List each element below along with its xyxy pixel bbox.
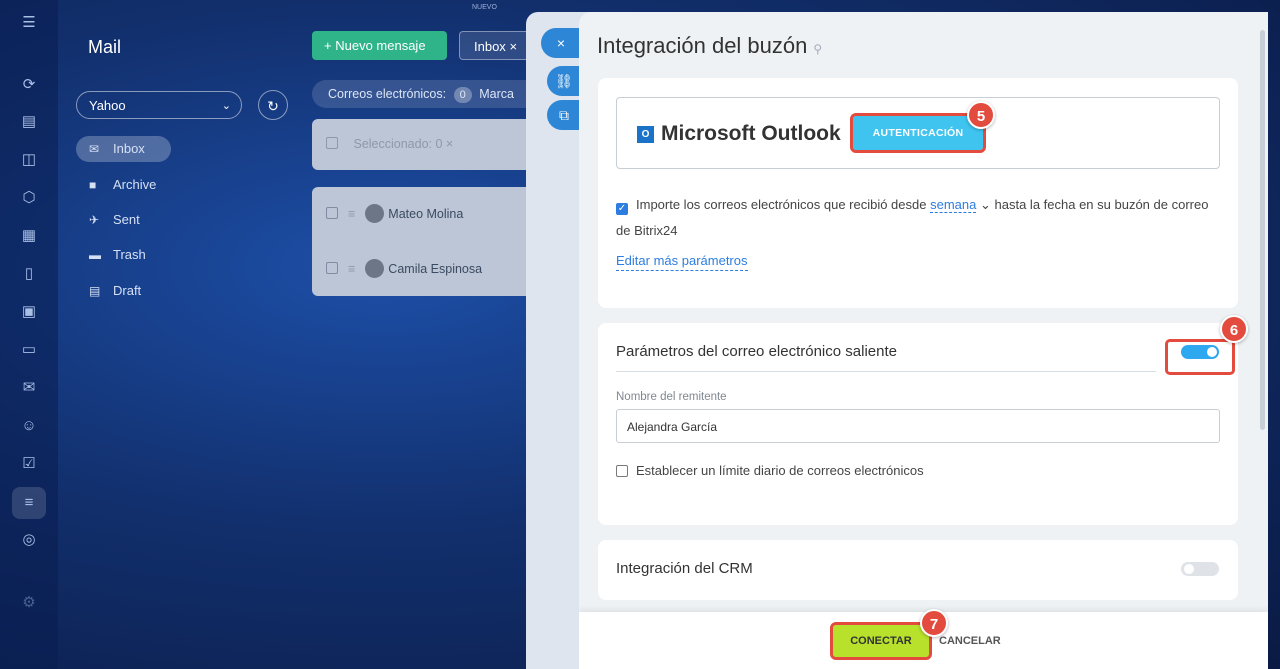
inbox-icon: ✉ [89,142,100,156]
sender-name: Mateo Molina [388,207,464,221]
plus-icon: + [324,38,336,53]
connect-button[interactable]: CONECTAR [830,622,932,660]
crm-toggle[interactable] [1181,562,1219,576]
documents-icon[interactable]: ▯ [20,265,38,283]
close-slider-icon[interactable]: × [541,28,581,58]
edit-more-params-link[interactable]: Editar más parámetros [616,252,748,271]
folder-label: Trash [113,247,146,262]
slider-title-text: Integración del buzón [597,33,808,58]
selection-bar: Seleccionado: 0 × [312,119,552,170]
left-nav-rail: ☰ ⟳ ▤ ◫ ⬡ ▦ ▯ ▣ ▭ ✉ ☺ ☑ ≡ ◎ ⚙ [0,0,58,669]
divider [616,371,1156,372]
account-select[interactable]: Yahoo ⌄ [76,91,242,119]
chevron-down-icon: ⌄ [221,100,231,112]
import-option: ✓ Importe los correos electrónicos que re… [616,192,1216,244]
mail-icon[interactable]: ✉ [20,379,38,397]
folder-inbox[interactable]: ✉ Inbox [76,136,171,162]
connection-card: O Microsoft Outlook AUTENTICACIÓN 5 ✓ Imp… [598,78,1238,308]
row-checkbox[interactable] [326,262,338,274]
sender-name-input[interactable]: Alejandra García [616,409,1220,443]
folder-trash[interactable]: ▬ Trash [76,242,146,268]
avatar [365,204,385,223]
select-all-checkbox[interactable] [326,137,338,149]
sent-icon: ✈ [89,213,100,227]
outlook-logo-icon: O [637,126,654,143]
new-tag: NUEVO [472,4,497,11]
card-icon[interactable]: ▭ [20,341,38,359]
folder-archive[interactable]: ■ Archive [76,172,156,198]
activity-icon[interactable]: ⟳ [20,76,38,94]
provider-box: O Microsoft Outlook AUTENTICACIÓN 5 [616,97,1220,169]
robot-icon[interactable]: ◎ [20,531,38,549]
folder-sent[interactable]: ✈ Sent [76,207,140,233]
filter-icon[interactable]: ≡ [12,487,46,519]
counter-marked: Marca [479,87,514,101]
toggle-knob [1207,347,1217,357]
inbox-tab-label: Inbox [474,39,506,54]
calendar-icon[interactable]: ▦ [20,227,38,245]
hexagon-icon[interactable]: ⬡ [20,189,38,207]
drag-handle-icon[interactable]: ≡ [348,262,355,276]
outgoing-title: Parámetros del correo electrónico salien… [616,343,897,360]
folder-label: Draft [113,283,142,298]
menu-icon[interactable]: ☰ [20,14,38,32]
page-title: Integración del buzón ⚲ [597,33,822,59]
outgoing-toggle[interactable] [1181,345,1219,359]
import-prefix: Importe los correos electrónicos que rec… [636,197,927,212]
step-badge-6: 6 [1220,315,1248,343]
settings-icon[interactable]: ⚙ [20,594,38,612]
slider-footer: CONECTAR 7 CANCELAR [579,609,1268,669]
open-new-window-icon[interactable]: ⧉ [547,100,581,130]
drag-handle-icon[interactable]: ≡ [348,207,355,221]
scrollbar[interactable] [1260,30,1265,430]
mailbox-integration-slider: Integración del buzón ⚲ O Microsoft Outlo… [579,12,1268,669]
app-title: Mail [88,37,122,57]
daily-limit-label: Establecer un límite diario de correos e… [636,463,924,478]
list-item[interactable]: ≡ Mateo Molina [326,199,463,229]
authentication-button[interactable]: AUTENTICACIÓN [850,113,986,153]
tasks-icon[interactable]: ▤ [20,113,38,131]
counter-label: Correos electrónicos: [328,87,447,101]
trash-icon: ▬ [89,248,101,262]
cancel-button[interactable]: CANCELAR [939,625,1001,657]
avatar [365,259,385,278]
folder-label: Inbox [113,141,145,156]
outgoing-card: Parámetros del correo electrónico salien… [598,315,1248,525]
pin-icon[interactable]: ⚲ [813,42,822,56]
toggle-knob [1184,564,1194,574]
link-icon[interactable]: ⛓ [547,66,581,96]
presentation-icon[interactable]: ▣ [20,303,38,321]
account-select-value: Yahoo [89,98,126,113]
folder-label: Sent [113,212,140,227]
clear-selection-icon[interactable]: × [446,137,453,151]
new-message-label: Nuevo mensaje [335,38,426,53]
daily-limit-option: Establecer un límite diario de correos e… [616,463,924,478]
refresh-icon[interactable]: ↻ [258,90,288,120]
folder-label: Archive [113,177,157,192]
checklist-icon[interactable]: ☑ [20,455,38,473]
step-badge-5: 5 [967,101,995,129]
sender-name: Camila Espinosa [388,262,483,276]
chevron-down-icon[interactable]: ⌄ [980,197,991,212]
folder-draft[interactable]: ▤ Draft [76,278,141,304]
sender-name-label: Nombre del remitente [616,391,727,403]
close-icon[interactable]: × [509,39,517,54]
folder-icon: ■ [89,178,97,192]
crm-card: Integración del CRM [598,540,1238,600]
list-item[interactable]: ≡ Camila Espinosa [326,254,482,284]
chat-icon[interactable]: ◫ [20,151,38,169]
daily-limit-checkbox[interactable] [616,465,628,477]
draft-icon: ▤ [89,284,101,298]
counter-value: 0 [453,87,472,103]
email-counter: Correos electrónicos: 0 Marca [312,80,552,108]
message-list: ≡ Mateo Molina ≡ Camila Espinosa [312,187,552,296]
import-period-select[interactable]: semana [930,197,977,213]
row-checkbox[interactable] [326,207,338,219]
provider-name: Microsoft Outlook [661,122,841,145]
selection-label: Seleccionado: 0 [353,137,443,151]
new-message-button[interactable]: + Nuevo mensaje [312,31,447,60]
import-checkbox[interactable]: ✓ [616,203,628,215]
contacts-icon[interactable]: ☺ [20,417,38,435]
crm-title: Integración del CRM [616,560,753,577]
